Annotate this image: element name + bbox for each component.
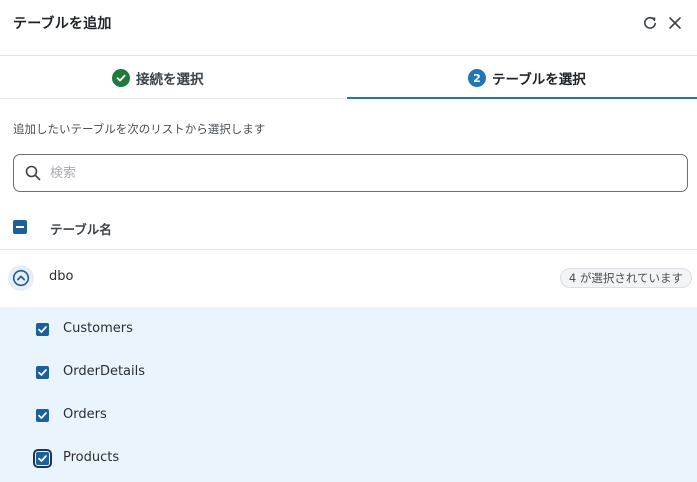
selected-count-badge: 4 が選択されています: [559, 268, 692, 288]
step-select-tables[interactable]: 2 テーブルを選択: [468, 57, 586, 99]
checkmark-icon: [38, 455, 47, 462]
search-icon: [24, 164, 42, 182]
table-name: Orders: [63, 407, 107, 422]
close-icon[interactable]: [666, 14, 684, 32]
schema-group-row[interactable]: dbo 4 が選択されています: [0, 250, 697, 306]
dialog-header: テーブルを追加: [0, 0, 697, 56]
refresh-icon[interactable]: [641, 14, 659, 32]
step-label: 接続を選択: [136, 72, 204, 88]
dialog-title: テーブルを追加: [13, 16, 112, 32]
select-all-checkbox[interactable]: [13, 220, 27, 234]
table-name: OrderDetails: [63, 364, 146, 379]
wizard-steps: 接続を選択 2 テーブルを選択: [0, 57, 697, 99]
search-box[interactable]: [13, 154, 688, 192]
table-checkbox[interactable]: [36, 366, 49, 379]
check-circle-icon: [112, 69, 130, 87]
table-name: Products: [63, 450, 120, 465]
table-name: Customers: [63, 321, 133, 336]
table-checkbox[interactable]: [33, 449, 52, 468]
checkmark-icon: [38, 326, 47, 333]
table-list-header: テーブル名: [0, 205, 697, 250]
table-name-column-label: テーブル名: [50, 222, 112, 237]
table-row[interactable]: Orders: [0, 393, 697, 436]
collapse-toggle[interactable]: [8, 265, 34, 291]
chevron-up-circle-icon: [12, 269, 30, 287]
step-number-badge: 2: [468, 69, 486, 87]
search-input[interactable]: [50, 161, 670, 185]
checkmark-icon: [38, 369, 47, 376]
active-step-indicator: [347, 97, 697, 99]
table-list: Customers OrderDetails Orders Products: [0, 307, 697, 482]
table-row[interactable]: Customers: [0, 307, 697, 350]
table-checkbox[interactable]: [36, 409, 49, 422]
table-row[interactable]: OrderDetails: [0, 350, 697, 393]
instruction-text: 追加したいテーブルを次のリストから選択します: [13, 122, 266, 136]
schema-name: dbo: [49, 269, 74, 284]
checkmark-icon: [38, 412, 47, 419]
table-checkbox[interactable]: [36, 323, 49, 336]
step-select-connection[interactable]: 接続を選択: [112, 57, 204, 99]
table-row[interactable]: Products: [0, 436, 697, 479]
step-label: テーブルを選択: [492, 72, 586, 88]
